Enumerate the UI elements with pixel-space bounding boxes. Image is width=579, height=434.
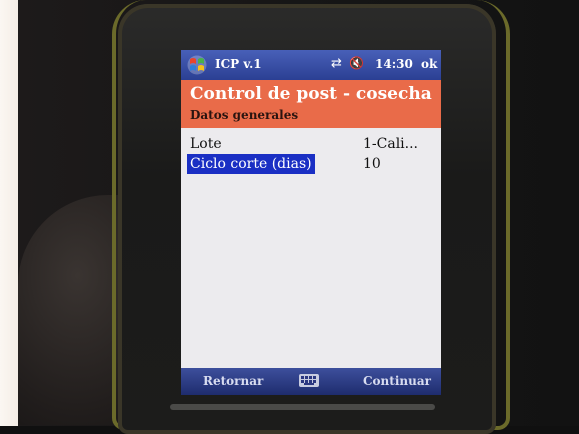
- ciclo-corte-label: Ciclo corte (dias): [187, 154, 315, 174]
- device-bottom-slot: [170, 404, 435, 410]
- page-title: Control de post - cosecha: [190, 84, 432, 104]
- keyboard-icon[interactable]: [299, 374, 319, 387]
- device-screen: ICP v.1 ⇄ 🔇 14:30 ok Control de post - c…: [181, 50, 441, 395]
- lote-value[interactable]: 1-Cali...: [363, 134, 418, 154]
- clock[interactable]: 14:30: [375, 57, 413, 71]
- speaker-muted-icon[interactable]: 🔇: [349, 56, 364, 70]
- section-subtitle: Datos generales: [190, 108, 299, 122]
- retornar-button[interactable]: Retornar: [203, 374, 263, 388]
- form-row-ciclo-corte[interactable]: Ciclo corte (dias) 10: [181, 154, 441, 174]
- ciclo-corte-value[interactable]: 10: [363, 154, 381, 174]
- app-title: ICP v.1: [215, 57, 262, 71]
- status-bar: ICP v.1 ⇄ 🔇 14:30 ok: [181, 50, 441, 80]
- ok-button[interactable]: ok: [421, 57, 437, 71]
- page-header: Control de post - cosecha Datos generale…: [181, 80, 441, 128]
- softkey-bar: Retornar Continuar: [181, 368, 441, 395]
- lote-label: Lote: [190, 136, 222, 152]
- connectivity-icon[interactable]: ⇄: [331, 56, 342, 71]
- form-row-lote[interactable]: Lote 1-Cali...: [181, 134, 441, 154]
- windows-start-icon[interactable]: [187, 55, 207, 75]
- continuar-button[interactable]: Continuar: [363, 374, 431, 388]
